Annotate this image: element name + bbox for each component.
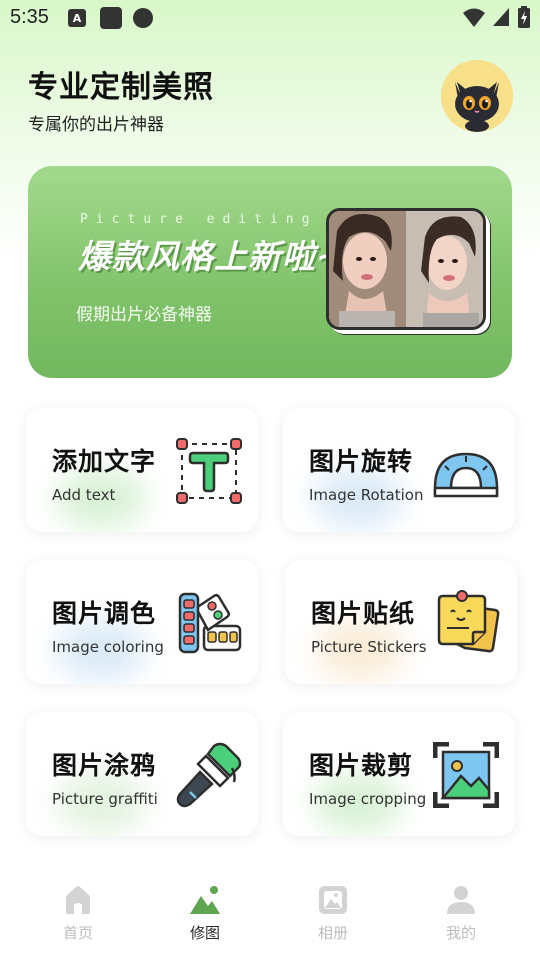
card-title: 图片旋转 <box>309 447 414 476</box>
card-subtitle: Picture graffiti <box>52 790 158 808</box>
banner-subtitle: 假期出片必备神器 <box>76 305 212 325</box>
black-cat-icon <box>441 60 513 132</box>
nav-label: 修图 <box>189 924 220 942</box>
banner-title: 爆款风格上新啦~ <box>78 237 345 276</box>
card-title: 图片裁剪 <box>309 751 414 780</box>
edit-photo-icon <box>190 886 220 914</box>
card-subtitle: Add text <box>52 486 116 504</box>
nav-profile[interactable]: 我的 <box>421 884 501 944</box>
notification-dot-icon <box>133 8 153 28</box>
sticker-note-icon <box>437 590 500 653</box>
portrait-photo-image <box>329 211 483 327</box>
feature-card-image-coloring[interactable]: 图片调色 Image coloring <box>26 560 258 684</box>
card-title: 添加文字 <box>52 447 157 476</box>
feature-card-picture-stickers[interactable]: 图片贴纸 Picture Stickers <box>285 560 517 684</box>
status-time: 5:35 <box>10 6 49 28</box>
color-palette-icon <box>178 592 242 654</box>
card-subtitle: Image Rotation <box>309 486 424 504</box>
nav-label: 相册 <box>317 924 348 942</box>
nav-album[interactable]: 相册 <box>293 884 373 944</box>
feature-card-image-rotation[interactable]: 图片旋转 Image Rotation <box>283 408 515 532</box>
crop-frame-icon <box>433 742 499 808</box>
protractor-icon <box>433 452 499 498</box>
avatar[interactable] <box>441 60 513 132</box>
card-subtitle: Image cropping <box>309 790 427 808</box>
notification-a-icon: A <box>68 9 86 27</box>
card-subtitle: Picture Stickers <box>311 638 427 656</box>
nav-home[interactable]: 首页 <box>38 884 118 944</box>
card-title: 图片涂鸦 <box>52 751 157 780</box>
profile-icon <box>447 886 475 914</box>
status-bar: 5:35 A <box>0 0 540 36</box>
signal-icon <box>493 8 509 26</box>
wifi-icon <box>463 8 485 27</box>
card-subtitle: Image coloring <box>52 638 164 656</box>
nav-label: 首页 <box>62 924 93 942</box>
nav-label: 我的 <box>445 924 476 942</box>
page-title: 专业定制美照 <box>28 70 214 105</box>
promo-banner[interactable]: Picture editing 爆款风格上新啦~ 假期出片必备神器 <box>28 166 512 378</box>
feature-card-image-cropping[interactable]: 图片裁剪 Image cropping <box>283 712 515 836</box>
page-subtitle: 专属你的出片神器 <box>28 115 164 135</box>
notification-app-icon <box>100 7 122 29</box>
album-icon <box>319 886 347 914</box>
battery-icon <box>518 6 530 28</box>
bottom-nav: 首页 修图 相册 我的 <box>0 870 540 960</box>
card-title: 图片贴纸 <box>311 599 416 628</box>
feature-card-add-text[interactable]: 添加文字 Add text <box>26 408 258 532</box>
text-tool-icon <box>176 438 242 504</box>
card-title: 图片调色 <box>52 599 157 628</box>
banner-photo <box>326 208 486 330</box>
nav-edit[interactable]: 修图 <box>165 884 245 944</box>
feature-card-picture-graffiti[interactable]: 图片涂鸦 Picture graffiti <box>26 712 258 836</box>
paint-brush-icon <box>176 742 242 808</box>
home-icon <box>66 886 90 914</box>
banner-english-caption: Picture editing <box>80 212 318 227</box>
